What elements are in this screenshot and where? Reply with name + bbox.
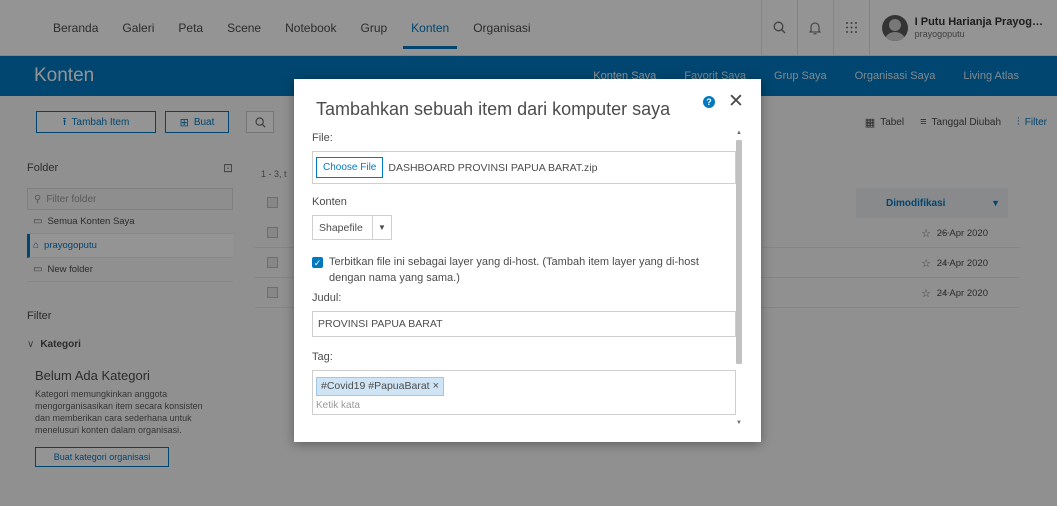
tag-chip-label: #Covid19 #PapuaBarat	[321, 380, 430, 392]
close-icon[interactable]: ✕	[728, 90, 744, 113]
content-type-value: Shapefile	[313, 216, 373, 239]
tag-input[interactable]: #Covid19 #PapuaBarat × Ketik kata	[312, 370, 736, 415]
scroll-up-icon[interactable]: ▲	[734, 128, 744, 138]
add-item-dialog: Tambahkan sebuah item dari komputer saya…	[294, 79, 761, 442]
publish-option: ✓ Terbitkan file ini sebagai layer yang …	[312, 254, 736, 286]
tag-chip: #Covid19 #PapuaBarat ×	[316, 376, 445, 396]
content-type-label: Konten	[312, 196, 347, 208]
content-type-select[interactable]: Shapefile ▼	[312, 215, 392, 240]
selected-file-name: DASHBOARD PROVINSI PAPUA BARAT.zip	[388, 161, 598, 174]
title-input[interactable]: PROVINSI PAPUA BARAT	[312, 311, 736, 337]
title-label: Judul:	[312, 292, 342, 304]
file-input: Choose File DASHBOARD PROVINSI PAPUA BAR…	[312, 151, 736, 184]
publish-checkbox[interactable]: ✓	[312, 257, 323, 268]
tag-entry-placeholder: Ketik kata	[316, 399, 360, 410]
publish-label: Terbitkan file ini sebagai layer yang di…	[329, 256, 699, 284]
dialog-body: File: Choose File DASHBOARD PROVINSI PAP…	[312, 132, 736, 432]
tag-label: Tag:	[312, 351, 333, 363]
help-icon[interactable]: ?	[703, 96, 715, 108]
caret-down-icon: ▼	[378, 223, 386, 232]
scroll-down-icon[interactable]: ▼	[734, 418, 744, 428]
scroll-thumb[interactable]	[736, 140, 742, 364]
choose-file-button[interactable]: Choose File	[316, 157, 384, 178]
dialog-title: Tambahkan sebuah item dari komputer saya	[316, 99, 671, 119]
file-label: File:	[312, 132, 333, 144]
remove-tag-icon[interactable]: ×	[433, 380, 439, 392]
dialog-scrollbar[interactable]: ▲ ▼	[734, 128, 744, 428]
